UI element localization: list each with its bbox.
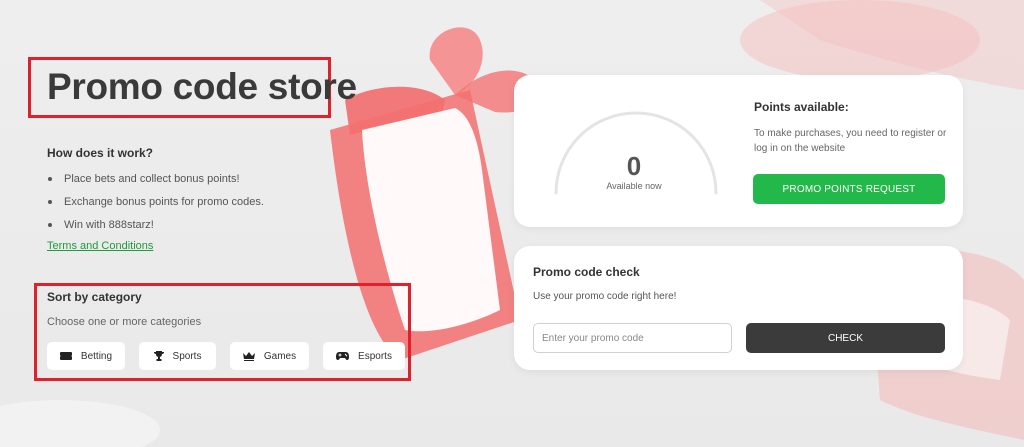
category-button-esports[interactable]: Esports (323, 342, 405, 370)
promo-code-check-card: Promo code check Use your promo code rig… (514, 246, 963, 370)
category-button-games[interactable]: Games (230, 342, 309, 370)
terms-and-conditions-link[interactable]: Terms and Conditions (47, 240, 153, 252)
check-button[interactable]: CHECK (746, 323, 945, 353)
list-item: Place bets and collect bonus points! (47, 172, 264, 195)
category-button-sports[interactable]: Sports (139, 342, 216, 370)
points-value: 0 (626, 151, 642, 181)
gamepad-icon (336, 352, 350, 360)
points-description: To make purchases, you need to register … (754, 128, 947, 154)
list-item: Win with 888starz! (47, 218, 264, 241)
trophy-icon (153, 351, 164, 361)
promo-code-check-heading: Promo code check (533, 265, 640, 279)
points-card: 0 Available now Points available: To mak… (514, 75, 963, 227)
bullet-icon (48, 200, 52, 204)
crown-icon (242, 351, 255, 361)
points-available-heading: Points available: (754, 100, 849, 114)
ticket-icon (59, 352, 72, 360)
sort-by-category-heading: Sort by category (47, 290, 142, 304)
bullet-icon (48, 177, 52, 181)
category-button-betting[interactable]: Betting (47, 342, 125, 370)
category-hint: Choose one or more categories (47, 316, 202, 328)
promo-points-request-button[interactable]: PROMO POINTS REQUEST (753, 174, 945, 204)
page-title: Promo code store (47, 66, 357, 107)
how-it-works-list: Place bets and collect bonus points! Exc… (47, 172, 264, 241)
promo-code-input[interactable] (533, 323, 732, 353)
how-it-works-heading: How does it work? (47, 146, 154, 160)
promo-code-check-subtitle: Use your promo code right here! (533, 291, 677, 302)
bullet-icon (48, 223, 52, 227)
points-caption: Available now (606, 181, 662, 191)
list-item: Exchange bonus points for promo codes. (47, 195, 264, 218)
